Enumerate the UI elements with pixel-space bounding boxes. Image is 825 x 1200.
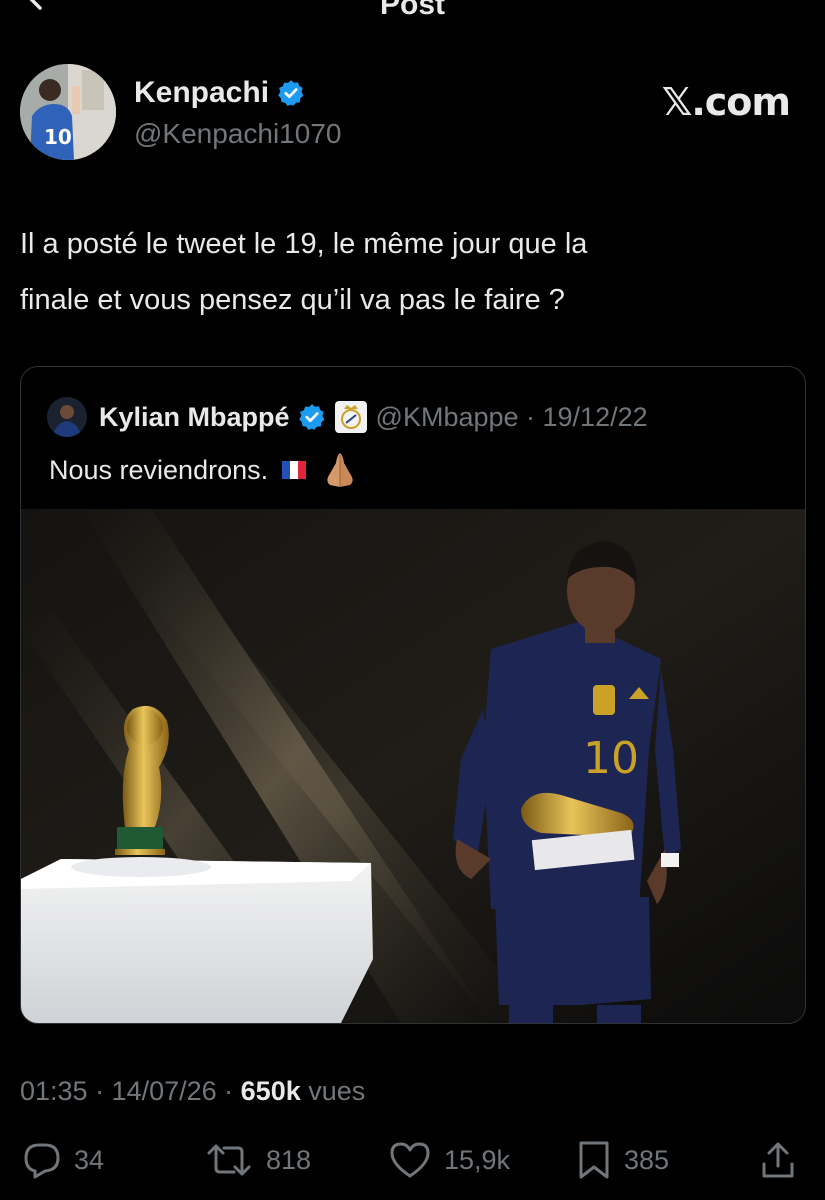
quoted-text: Nous reviendrons. [49,454,269,485]
action-bar: 34 818 15,9k 385 [0,1140,825,1190]
verified-badge-icon [278,80,304,106]
quoted-media-image[interactable]: 10 [21,509,805,1023]
top-bar: Post [0,0,825,30]
reply-icon [24,1143,60,1179]
share-icon [762,1142,794,1178]
heart-icon [390,1142,430,1178]
watermark: 𝕏.com [661,80,791,124]
views-label: vues [300,1076,366,1106]
quoted-verified-badge-icon [298,404,324,430]
reply-count: 34 [74,1144,105,1175]
trophy-and-player-photo-icon: 10 [21,509,805,1023]
post-meta: 01:35 · 14/07/26 · 650k vues [20,1076,365,1107]
quoted-avatar-photo-icon [47,397,87,437]
views-count: 650k [240,1076,301,1106]
flag-france-icon [282,461,307,479]
bookmark-icon [579,1141,609,1179]
quoted-header: Kylian Mbappé @KMbappe · 19/12/22 [47,397,648,437]
tweet-text: Il a posté le tweet le 19, le même jour … [20,216,800,328]
post-timestamp[interactable]: 01:35 · 14/07/26 · [20,1076,241,1106]
like-count: 15,9k [444,1144,511,1175]
folded-hands-icon [327,453,353,487]
reply-button[interactable]: 34 [22,1140,104,1180]
bookmark-count: 385 [624,1144,670,1175]
post-author: 10 Kenpachi @Kenpachi1070 𝕏.com [20,64,810,164]
bookmark-button[interactable]: 385 [576,1140,669,1180]
tweet-text-line-1: Il a posté le tweet le 19, le même jour … [20,228,588,260]
repost-icon [207,1144,251,1176]
avatar-jersey-number: 10 [44,125,72,149]
quoted-tweet[interactable]: Kylian Mbappé @KMbappe · 19/12/22 Nous r… [20,366,806,1024]
like-button[interactable]: 15,9k [388,1140,510,1180]
author-name-row: Kenpachi [134,76,305,110]
repost-button[interactable]: 818 [204,1140,311,1180]
more-options-icon[interactable] [739,0,779,16]
quoted-avatar[interactable] [47,397,87,437]
avatar-photo-icon: 10 [20,64,116,160]
author-avatar[interactable]: 10 [20,64,116,160]
author-handle[interactable]: @Kenpachi1070 [134,118,341,150]
real-madrid-crest-icon [334,401,367,433]
quoted-handle-date[interactable]: @KMbappe · 19/12/22 [376,402,648,433]
tweet-text-line-2: finale et vous pensez qu’il va pas le fa… [20,284,565,316]
share-button[interactable] [760,1140,796,1180]
author-name[interactable]: Kenpachi [134,76,269,110]
quoted-text-row: Nous reviendrons. [49,451,360,489]
page-title: Post [379,0,445,21]
quoted-name[interactable]: Kylian Mbappé [99,402,290,433]
player-jersey-number: 10 [583,733,639,784]
repost-count: 818 [266,1144,312,1175]
